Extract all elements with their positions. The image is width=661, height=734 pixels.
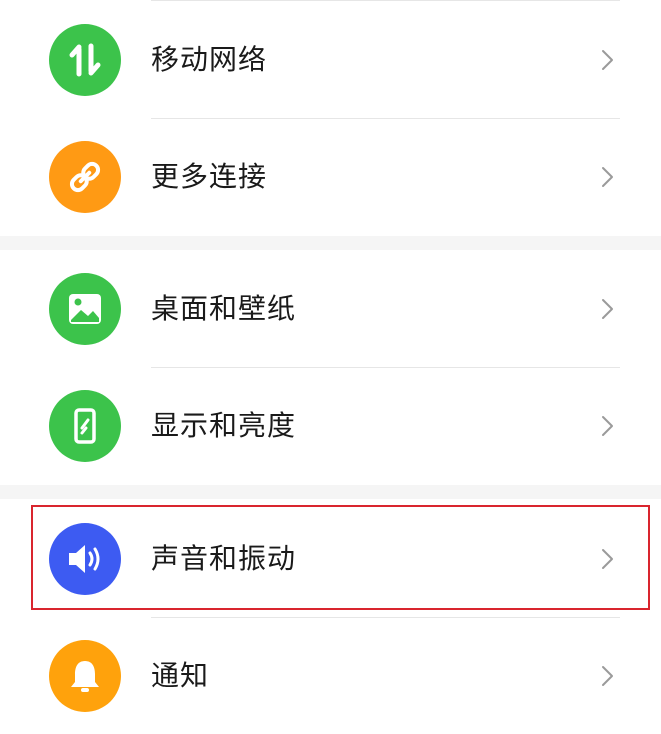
chevron-right-icon [602,50,613,70]
settings-item-display-brightness[interactable]: 显示和亮度 [0,367,661,484]
settings-item-more-connections[interactable]: 更多连接 [0,118,661,235]
wallpaper-image-icon [49,273,121,345]
settings-item-sound-vibration[interactable]: 声音和振动 [0,500,661,617]
settings-group-display: 桌面和壁纸 显示和亮度 [0,250,661,484]
chevron-right-icon [602,666,613,686]
section-gap [0,485,661,499]
section-gap [0,236,661,250]
settings-item-label: 声音和振动 [151,542,297,575]
settings-item-label: 更多连接 [151,160,268,193]
settings-group-sound: 声音和振动 通知 [0,500,661,734]
link-icon [49,141,121,213]
speaker-icon [49,523,121,595]
settings-item-wallpaper[interactable]: 桌面和壁纸 [0,250,661,367]
settings-item-label: 桌面和壁纸 [151,292,297,325]
settings-item-label: 通知 [151,659,210,692]
bell-icon [49,640,121,712]
settings-item-notifications[interactable]: 通知 [0,617,661,734]
chevron-right-icon [602,167,613,187]
settings-item-mobile-network[interactable]: 移动网络 [0,1,661,118]
chevron-right-icon [602,549,613,569]
settings-group-network: 移动网络 更多连接 [0,1,661,235]
settings-item-label: 显示和亮度 [151,409,297,442]
chevron-right-icon [602,416,613,436]
phone-display-icon [49,390,121,462]
chevron-right-icon [602,299,613,319]
mobile-data-arrows-icon [49,24,121,96]
settings-item-label: 移动网络 [151,43,268,76]
